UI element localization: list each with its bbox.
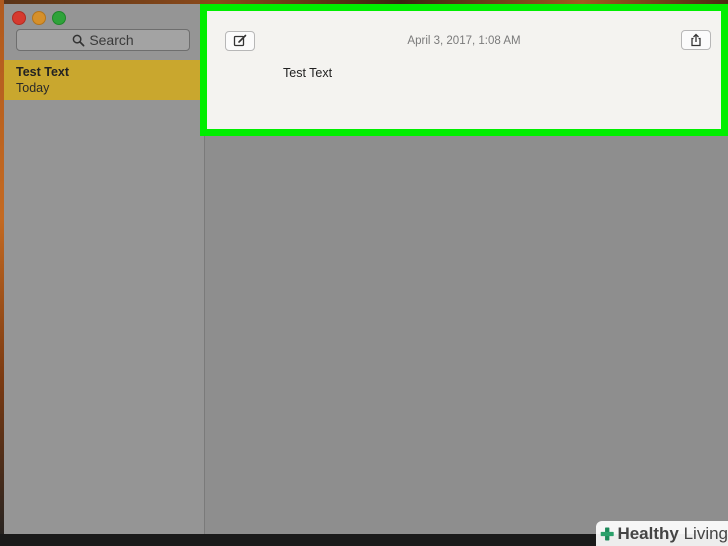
note-editor-highlighted[interactable]: April 3, 2017, 1:08 AM Test Text: [200, 4, 728, 136]
zoom-window-button[interactable]: [52, 11, 66, 25]
watermark: Healthy Living: [596, 521, 728, 546]
search-icon: [72, 34, 85, 46]
healthy-living-logo-icon: [600, 527, 614, 540]
note-list-item-title: Test Text: [16, 65, 70, 79]
notes-sidebar: Search Test Text Today: [4, 4, 205, 534]
share-icon: [691, 33, 701, 47]
note-list-item-date: Today: [16, 81, 50, 95]
note-body-text[interactable]: Test Text: [283, 66, 332, 80]
watermark-brand: Healthy Living: [617, 523, 728, 543]
close-window-button[interactable]: [12, 11, 26, 25]
search-placeholder: Search: [89, 32, 134, 48]
share-button[interactable]: [681, 30, 711, 50]
minimize-window-button[interactable]: [32, 11, 46, 25]
search-field[interactable]: Search: [16, 29, 190, 51]
note-list-item[interactable]: Test Text Today: [4, 60, 204, 100]
note-timestamp: April 3, 2017, 1:08 AM: [407, 35, 521, 47]
